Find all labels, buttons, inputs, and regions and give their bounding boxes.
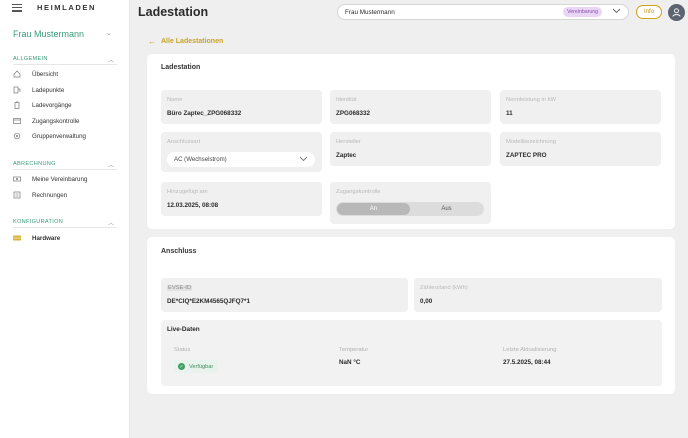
nennleistung-field: Nennleistung in kW 11	[500, 90, 661, 124]
status-value: Verfügbar	[189, 363, 214, 370]
anschlussart-field: Anschlussart AC (Wechselstrom)	[161, 132, 322, 172]
zaehlerstand-field: Zählerstand (kWh) 0,00	[414, 278, 662, 312]
sidebar-item-label: Gruppenverwaltung	[32, 132, 87, 140]
live-daten-title: Live-Daten	[167, 326, 200, 333]
zugangskontrolle-toggle[interactable]: An Aus	[336, 202, 484, 216]
card-icon	[13, 117, 21, 125]
invoice-icon	[13, 191, 21, 199]
sidebar-item-label: Zugangskontrolle	[32, 117, 80, 125]
field-value: Zaptec	[336, 152, 357, 159]
live-daten-panel: Live-Daten Status ✓ Verfügbar Temperatur…	[161, 320, 662, 386]
sidebar-item-zugangskontrolle[interactable]: Zugangskontrolle	[13, 115, 117, 127]
field-label: Zugangskontrolle	[336, 189, 381, 195]
name-field: Name Büro Zaptec_ZPG068332	[161, 90, 322, 124]
sidebar-item-meine-vereinbarung[interactable]: Meine Vereinbarung	[13, 173, 117, 185]
avatar[interactable]	[668, 4, 685, 21]
temperatur-value: NaN °C	[339, 359, 361, 366]
field-label: Identität	[336, 97, 357, 103]
aktualisierung-value: 27.5.2025, 08:44	[503, 359, 551, 366]
card-title: Anschluss	[161, 248, 197, 255]
account-name[interactable]: Frau Mustermann	[13, 29, 84, 39]
sidebar-item-rechnungen[interactable]: Rechnungen	[13, 189, 117, 201]
hersteller-field: Hersteller Zaptec	[330, 132, 491, 166]
modell-field: Modellbezeichnung ZAPTEC PRO	[500, 132, 661, 166]
zugangskontrolle-field: Zugangskontrolle An Aus	[330, 182, 491, 224]
vereinbarung-badge: Vereinbarung	[563, 7, 602, 17]
sidebar-item-label: Rechnungen	[32, 191, 68, 199]
field-label: Modellbezeichnung	[506, 139, 556, 145]
chevron-down-icon	[299, 156, 308, 164]
chevron-up-icon[interactable]: ︿	[108, 55, 114, 64]
field-label: EVSE-ID	[167, 285, 193, 291]
user-select[interactable]: Frau Mustermann Vereinbarung	[337, 4, 629, 20]
info-button[interactable]: Info	[636, 5, 662, 19]
temperatur-label: Temperatur	[339, 347, 369, 353]
divider	[13, 64, 117, 65]
sidebar-item-label: Hardware	[32, 234, 61, 242]
field-value: 0,00	[420, 298, 433, 305]
field-label: Hersteller	[336, 139, 361, 145]
field-label: Zählerstand (kWh)	[420, 285, 468, 291]
field-value: 12.03.2025, 08:08	[167, 202, 219, 209]
sidebar-item-label: Übersicht	[32, 70, 59, 78]
anschlussart-select[interactable]: AC (Wechselstrom)	[167, 152, 315, 167]
section-allgemein[interactable]: ALLGEMEIN	[13, 56, 48, 62]
field-label: Name	[167, 97, 183, 103]
gear-icon	[13, 132, 21, 140]
sidebar-item-label: Ladepunkte	[32, 86, 65, 94]
field-label: Anschlussart	[167, 139, 201, 145]
status-label: Status	[174, 347, 191, 353]
sidebar-item-uebersicht[interactable]: Übersicht	[13, 68, 117, 80]
aktualisierung-label: Letzte Aktualisierung	[503, 347, 557, 353]
field-value: Büro Zaptec_ZPG068332	[167, 110, 242, 117]
card-title: Ladestation	[161, 64, 201, 71]
field-value: ZPG068332	[336, 110, 370, 117]
back-link-label: Alle Ladestationen	[161, 38, 224, 45]
field-value: ZAPTEC PRO	[506, 152, 547, 159]
sidebar-item-hardware[interactable]: Hardware	[13, 232, 117, 244]
divider	[13, 169, 117, 170]
field-value: DE*CIQ*E2KM4565QJFQ7*1	[167, 298, 250, 305]
select-value: AC (Wechselstrom)	[174, 156, 227, 163]
sidebar-item-ladepunkte[interactable]: Ladepunkte	[13, 84, 117, 96]
sidebar-item-label: Meine Vereinbarung	[32, 175, 88, 183]
back-link[interactable]: ← Alle Ladestationen	[148, 37, 223, 46]
toggle-option-aus[interactable]: Aus	[410, 203, 483, 215]
menu-icon[interactable]	[12, 4, 22, 12]
evse-id-field: EVSE-ID DE*CIQ*E2KM4565QJFQ7*1	[161, 278, 408, 312]
sidebar: HEIMLADEN Frau Mustermann ⌄ ALLGEMEIN ︿ …	[0, 0, 130, 438]
field-label: Hinzugefügt am	[167, 189, 208, 195]
toggle-option-an[interactable]: An	[337, 203, 410, 215]
sidebar-item-label: Ladevorgänge	[32, 101, 72, 109]
anschluss-card: Anschluss EVSE-ID DE*CIQ*E2KM4565QJFQ7*1…	[147, 237, 675, 394]
hinzugefuegt-field: Hinzugefügt am 12.03.2025, 08:08	[161, 182, 322, 216]
status-badge: ✓ Verfügbar	[174, 360, 219, 373]
user-select-value: Frau Mustermann	[345, 8, 395, 16]
section-abrechnung[interactable]: ABRECHNUNG	[13, 161, 56, 167]
chevron-up-icon[interactable]: ︿	[108, 160, 114, 169]
charger-icon	[13, 86, 21, 94]
sidebar-item-ladevorgaenge[interactable]: Ladevorgänge	[13, 99, 117, 111]
page-title: Ladestation	[138, 5, 209, 19]
divider	[13, 227, 117, 228]
arrow-left-icon: ←	[148, 37, 156, 46]
hardware-icon	[13, 234, 21, 242]
check-icon: ✓	[178, 363, 185, 370]
logo[interactable]: HEIMLADEN	[37, 3, 96, 12]
chevron-down-icon	[612, 8, 621, 16]
field-label: Nennleistung in kW	[506, 97, 556, 103]
section-konfiguration[interactable]: KONFIGURATION	[13, 219, 63, 225]
chevron-down-icon[interactable]: ⌄	[106, 29, 112, 37]
battery-icon	[13, 101, 21, 109]
sidebar-item-gruppenverwaltung[interactable]: Gruppenverwaltung	[13, 130, 117, 142]
chevron-up-icon[interactable]: ︿	[108, 218, 114, 227]
money-icon	[13, 175, 21, 183]
field-value: 11	[506, 110, 513, 117]
ladestation-card: Ladestation Name Büro Zaptec_ZPG068332 I…	[147, 54, 675, 229]
user-icon	[672, 8, 681, 17]
identitaet-field: Identität ZPG068332	[330, 90, 491, 124]
home-icon	[13, 70, 21, 78]
